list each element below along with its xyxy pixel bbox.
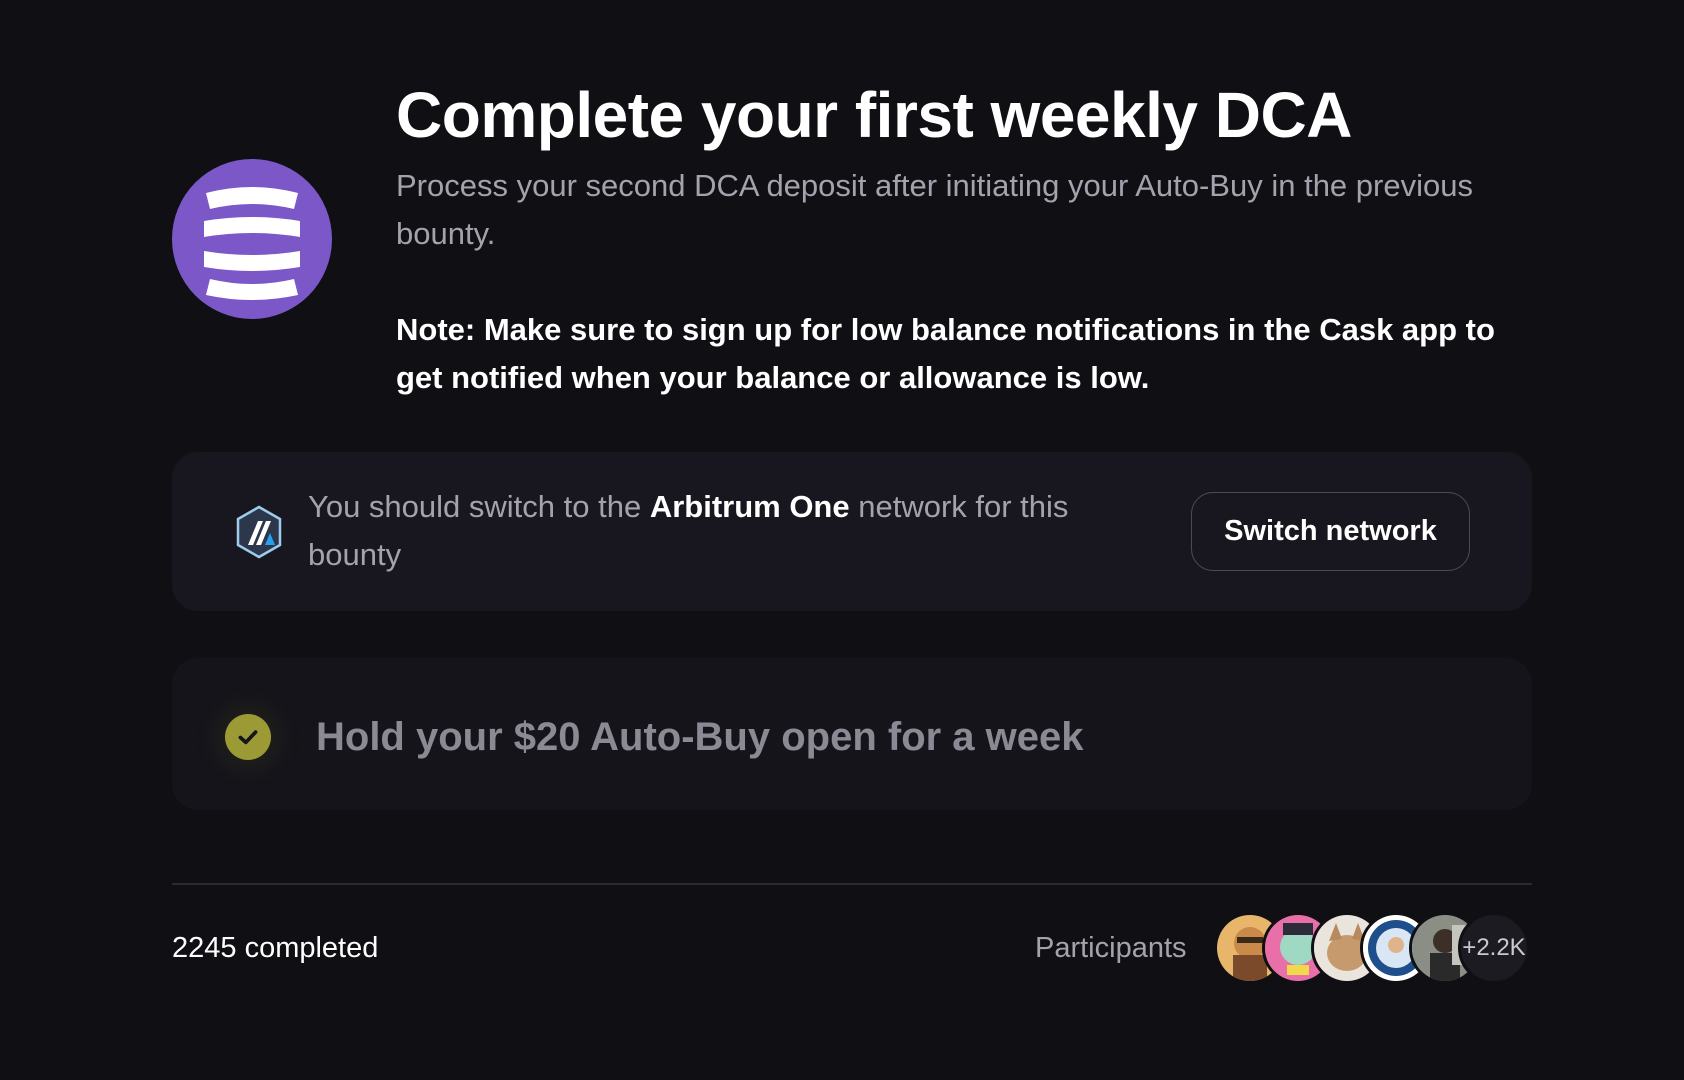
completed-count: 2245 completed	[172, 932, 379, 964]
network-name: Arbitrum One	[649, 489, 850, 524]
check-icon	[225, 714, 271, 760]
participants-label: Participants	[1035, 932, 1187, 964]
bounty-note: Note: Make sure to sign up for low balan…	[396, 312, 1495, 395]
arbitrum-icon	[234, 505, 284, 559]
cask-logo-icon	[172, 159, 332, 319]
task-label: Hold your $20 Auto-Buy open for a week	[316, 715, 1084, 759]
switch-network-button[interactable]: Switch network	[1191, 492, 1470, 571]
participants-more-count[interactable]: +2.2K	[1458, 912, 1530, 984]
network-notice-text: You should switch to the Arbitrum One ne…	[308, 483, 1168, 579]
network-notice-prefix: You should switch to the	[308, 489, 650, 524]
bounty-description: Process your second DCA deposit after in…	[396, 168, 1473, 251]
page-title: Complete your first weekly DCA	[396, 79, 1352, 151]
bounty-page: Complete your first weekly DCA Process y…	[0, 0, 1684, 1080]
footer-divider	[172, 883, 1532, 885]
